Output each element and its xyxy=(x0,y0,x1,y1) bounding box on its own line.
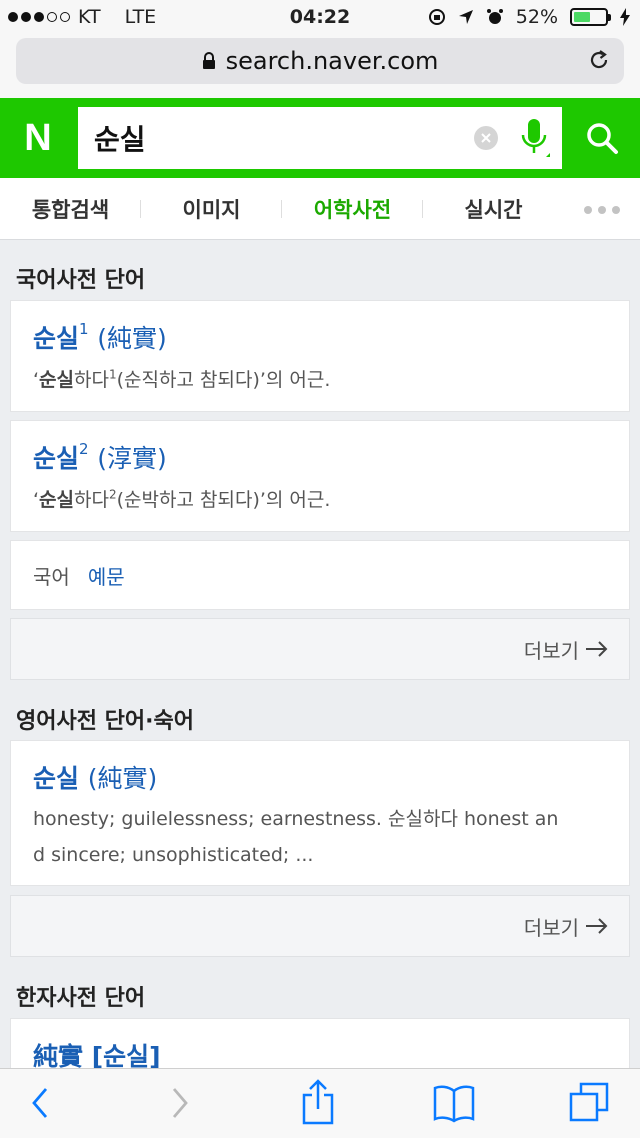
naver-logo[interactable]: N xyxy=(0,98,76,178)
forward-icon[interactable] xyxy=(168,1083,192,1127)
korean-dict-title: 국어사전 단어 xyxy=(16,268,146,293)
examples-link[interactable]: 예문 xyxy=(88,561,125,589)
dict-links-label: 국어 xyxy=(33,565,70,589)
dict-links: 국어 예문 xyxy=(10,540,630,610)
status-bar: KT LTE 04:22 52% xyxy=(0,0,640,36)
browser-toolbar xyxy=(0,1068,640,1138)
tab-dictionary[interactable]: 어학사전 xyxy=(282,194,423,224)
clear-icon[interactable] xyxy=(474,126,498,150)
tab-realtime[interactable]: 실시간 xyxy=(423,194,564,224)
tabs-icon[interactable] xyxy=(568,1081,610,1127)
entry-headword[interactable]: 순실2 (淳實) xyxy=(33,439,607,475)
search-icon xyxy=(587,123,618,154)
english-dict-title: 영어사전 단어·숙어 xyxy=(16,709,194,734)
more-tabs-icon[interactable] xyxy=(584,206,620,214)
share-icon[interactable] xyxy=(300,1079,336,1129)
rotation-lock-icon xyxy=(428,9,445,25)
reload-icon[interactable] xyxy=(586,47,612,79)
dict-entry[interactable]: 순실1 (純實) ‘순실하다1(순직하고 참되다)’의 어근. xyxy=(10,300,630,412)
entry-definition: ‘순실하다2(순박하고 참되다)’의 어근. xyxy=(33,487,331,511)
more-button[interactable]: 더보기 xyxy=(10,895,630,957)
arrow-right-icon xyxy=(586,918,608,934)
location-icon xyxy=(458,10,473,24)
naver-header: N xyxy=(0,98,640,178)
back-icon[interactable] xyxy=(28,1083,52,1127)
more-button[interactable]: 더보기 xyxy=(10,618,630,680)
search-input[interactable] xyxy=(78,107,438,169)
browser-address-area: search.naver.com xyxy=(0,36,640,98)
entry-headword[interactable]: 순실 (純實) xyxy=(33,759,607,795)
arrow-right-icon xyxy=(586,641,608,657)
bookmarks-icon[interactable] xyxy=(432,1083,476,1127)
search-box xyxy=(78,107,562,169)
hanja-dict-title: 한자사전 단어 xyxy=(16,986,146,1011)
mic-icon[interactable] xyxy=(516,117,552,165)
tab-integrated[interactable]: 통합검색 xyxy=(0,194,141,224)
search-button[interactable] xyxy=(564,98,640,178)
entry-definition: honesty; guilelessness; earnestness. 순실하… xyxy=(33,808,559,866)
entry-headword[interactable]: 순실1 (純實) xyxy=(33,319,607,355)
search-tabs: 통합검색 이미지 어학사전 실시간 xyxy=(0,178,640,240)
charging-icon xyxy=(620,8,630,26)
url-text: search.naver.com xyxy=(225,47,439,75)
battery-percent: 52% xyxy=(515,6,558,28)
status-right: 52% xyxy=(428,6,630,28)
address-bar[interactable]: search.naver.com xyxy=(16,38,624,84)
lock-icon xyxy=(202,52,216,70)
alarm-icon xyxy=(486,9,503,24)
dict-entry[interactable]: 순실 (純實) honesty; guilelessness; earnestn… xyxy=(10,740,630,886)
entry-definition: ‘순실하다1(순직하고 참되다)’의 어근. xyxy=(33,367,331,391)
tab-images[interactable]: 이미지 xyxy=(141,194,282,224)
dict-entry[interactable]: 순실2 (淳實) ‘순실하다2(순박하고 참되다)’의 어근. xyxy=(10,420,630,532)
battery-icon xyxy=(570,8,611,26)
